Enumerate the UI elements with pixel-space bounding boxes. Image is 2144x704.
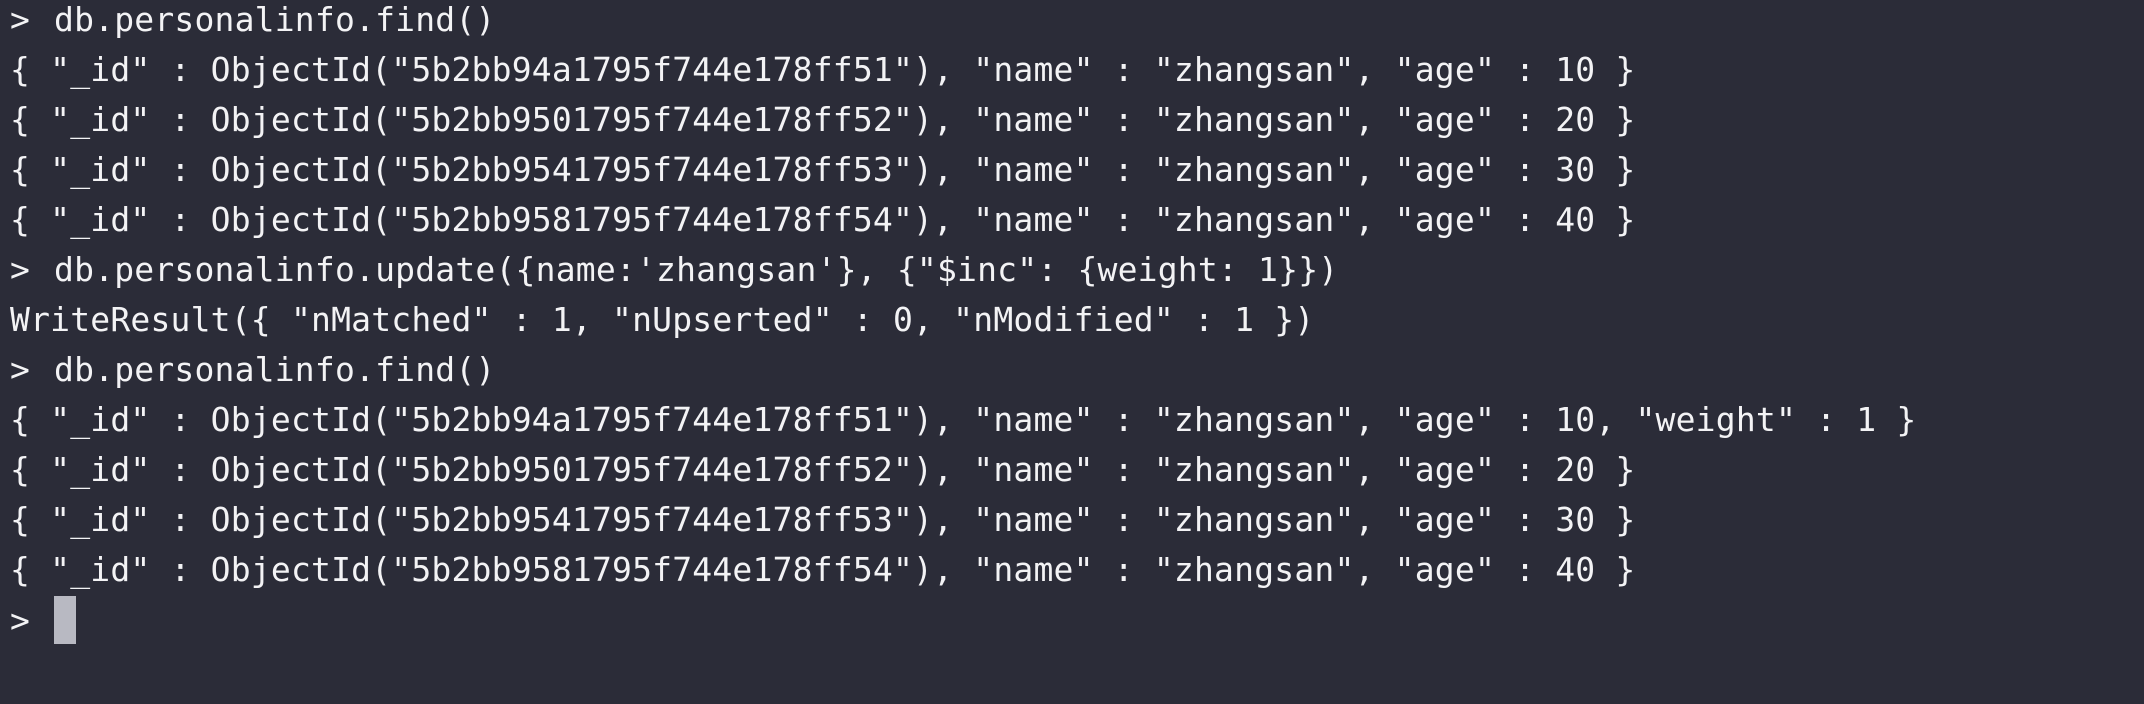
command-line: > db.personalinfo.find() (10, 348, 496, 392)
output-line: { "_id" : ObjectId("5b2bb9581795f744e178… (10, 550, 1636, 589)
output-line: { "_id" : ObjectId("5b2bb9501795f744e178… (10, 450, 1636, 489)
output-line: { "_id" : ObjectId("5b2bb9541795f744e178… (10, 150, 1636, 189)
output-line: { "_id" : ObjectId("5b2bb94a1795f744e178… (10, 400, 1917, 439)
command-text: db.personalinfo.update({name:'zhangsan'}… (54, 250, 1339, 289)
terminal-window[interactable]: > db.personalinfo.find() { "_id" : Object… (0, 0, 2144, 704)
command-line: > db.personalinfo.find() (10, 0, 496, 42)
text-cursor[interactable] (54, 596, 76, 644)
command-line: > db.personalinfo.update({name:'zhangsan'… (10, 248, 1338, 292)
prompt-symbol: > (10, 600, 31, 640)
prompt-symbol: > (10, 350, 31, 389)
output-line: WriteResult({ "nMatched" : 1, "nUpserted… (10, 300, 1315, 339)
command-text: db.personalinfo.find() (54, 0, 496, 39)
output-line: { "_id" : ObjectId("5b2bb94a1795f744e178… (10, 50, 1636, 89)
prompt-symbol: > (10, 250, 31, 289)
output-line: { "_id" : ObjectId("5b2bb9541795f744e178… (10, 500, 1636, 539)
command-text: db.personalinfo.find() (54, 350, 496, 389)
output-line: { "_id" : ObjectId("5b2bb9501795f744e178… (10, 100, 1636, 139)
prompt-symbol: > (10, 0, 31, 39)
input-line[interactable]: > (10, 596, 76, 644)
output-line: { "_id" : ObjectId("5b2bb9581795f744e178… (10, 200, 1636, 239)
